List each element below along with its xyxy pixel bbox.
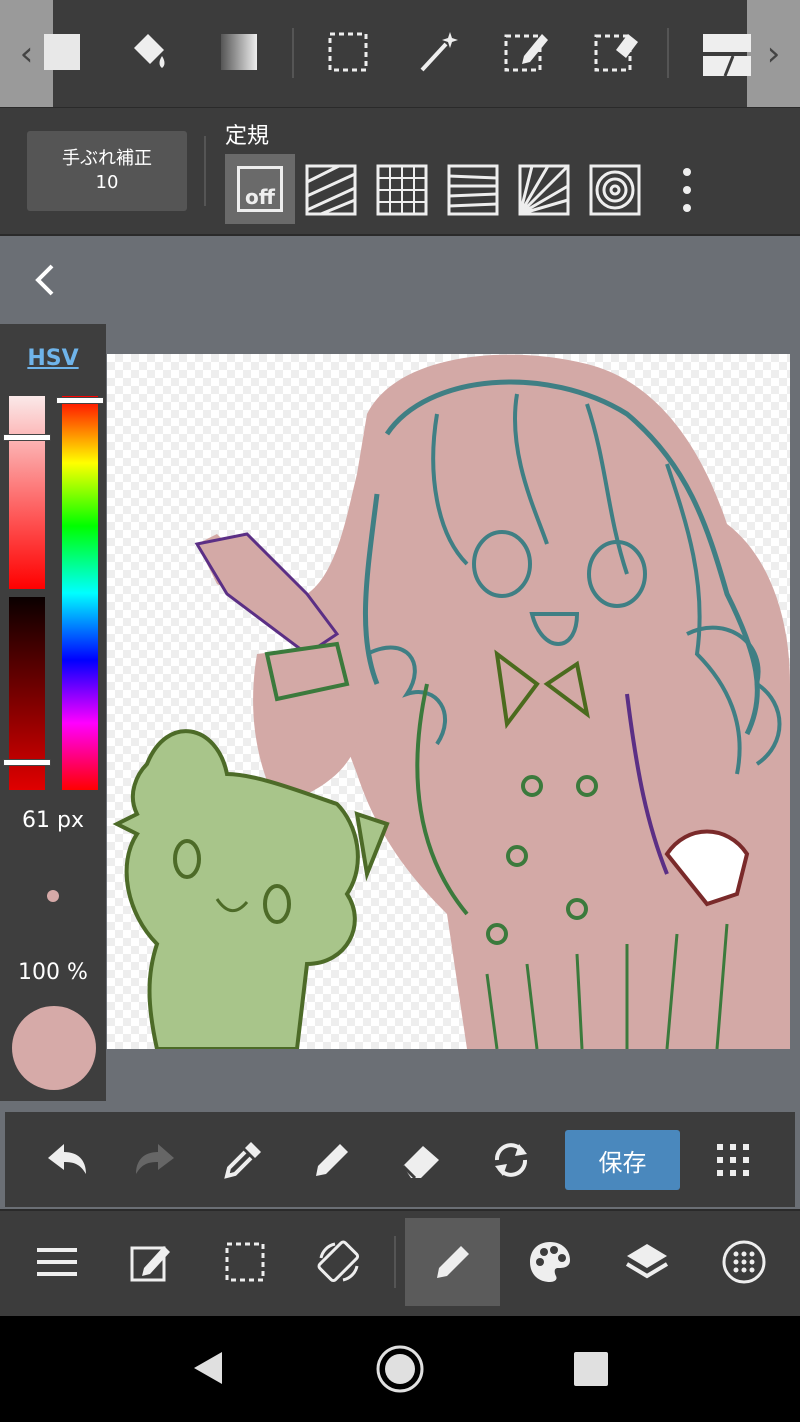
system-recents-button[interactable] [574,1352,608,1386]
select-rect-icon [328,32,368,72]
more-dot [683,204,691,212]
pencil-icon [316,1144,348,1176]
brush-size-label[interactable]: 61 px [0,808,106,833]
save-button[interactable]: 保存 [565,1130,680,1190]
gradient-icon [221,34,257,70]
layers-button[interactable] [599,1218,694,1306]
select-rect-tool[interactable] [318,22,378,82]
redo-button[interactable] [125,1130,185,1190]
bucket-tool[interactable] [120,22,180,82]
stabilizer-button[interactable]: 手ぶれ補正 10 [27,131,187,211]
ruler-title: 定規 [225,124,270,149]
grid-icon [376,164,428,216]
select-pen-tool[interactable] [496,22,556,82]
brush-tool-button[interactable] [405,1218,500,1306]
magic-wand-tool[interactable] [408,22,468,82]
palette-icon [529,1242,570,1282]
brush-size-preview [47,890,59,902]
frame-divide-tool[interactable] [695,22,755,82]
select-eraser-tool[interactable] [586,22,646,82]
eyedropper-button[interactable] [213,1130,273,1190]
ruler-concentric-button[interactable] [582,157,648,223]
stabilizer-label: 手ぶれ補正 [62,148,152,169]
ruler-more-button[interactable] [670,168,704,212]
ruler-off-button[interactable]: off [225,154,295,224]
saturation-slider-marker[interactable] [4,435,50,440]
material-grid-icon [722,1240,765,1284]
color-palette-button[interactable] [502,1218,597,1306]
radial-lines-icon [518,164,570,216]
concentric-circles-icon [589,164,641,216]
select-pen-icon [504,34,548,72]
more-dot [683,168,691,176]
selection-icon [225,1242,264,1282]
ruler-perspective-button[interactable] [440,157,506,223]
perspective-lines-icon [447,164,499,216]
fill-color-icon [44,34,80,70]
parallel-lines-icon [305,164,357,216]
rotate-screen-icon [317,1240,359,1283]
pencil-icon [436,1246,469,1278]
fill-color-tool[interactable] [32,22,92,82]
drawing-canvas[interactable] [107,354,790,1049]
refresh-icon [495,1143,527,1177]
layers-icon [625,1244,668,1279]
edit-button[interactable] [102,1218,197,1306]
eraser-button[interactable] [391,1130,451,1190]
chevron-left-icon [35,264,54,296]
pen-button[interactable] [302,1130,362,1190]
hue-slider-marker[interactable] [57,398,103,403]
stabilizer-value: 10 [95,172,119,193]
redo-icon [136,1144,174,1174]
more-dot [683,186,691,194]
toolbar-divider [394,1236,396,1288]
swap-button[interactable] [481,1130,541,1190]
current-color-swatch[interactable] [12,1006,96,1090]
ruler-grid-button[interactable] [369,157,435,223]
frame-divide-icon [703,34,751,77]
gradient-tool[interactable] [209,22,269,82]
saturation-slider[interactable] [9,396,45,589]
undo-button[interactable] [37,1130,97,1190]
color-mode-link[interactable]: HSV [0,346,106,371]
eraser-icon [401,1146,439,1180]
toolbar-divider [292,28,294,78]
grid-menu-button[interactable] [703,1130,763,1190]
brush-opacity-label[interactable]: 100 % [0,960,106,985]
dots-grid-icon [717,1144,749,1176]
hamburger-menu-icon [36,1248,77,1276]
illustration [112,354,790,1049]
hue-slider[interactable] [62,396,98,790]
magic-wand-icon [420,32,458,72]
system-back-button[interactable] [190,1348,226,1392]
ruler-parallel-button[interactable] [298,157,364,223]
undo-icon [48,1144,86,1174]
collapse-panel-button[interactable] [28,260,62,300]
menu-button[interactable] [9,1218,104,1306]
rotate-canvas-button[interactable] [291,1218,386,1306]
toolbar-divider [667,28,669,78]
bucket-icon [134,34,165,68]
select-eraser-icon [594,34,638,72]
edit-icon [130,1246,170,1282]
ruler-off-icon: off [237,166,283,212]
material-button[interactable] [696,1218,791,1306]
selection-button[interactable] [197,1218,292,1306]
eyedropper-icon [224,1142,261,1179]
home-circle-icon [376,1345,424,1393]
system-home-button[interactable] [375,1344,425,1398]
ruler-radial-button[interactable] [511,157,577,223]
back-triangle-icon [194,1352,222,1384]
toolbar-divider [204,136,206,206]
value-slider-marker[interactable] [4,760,50,765]
